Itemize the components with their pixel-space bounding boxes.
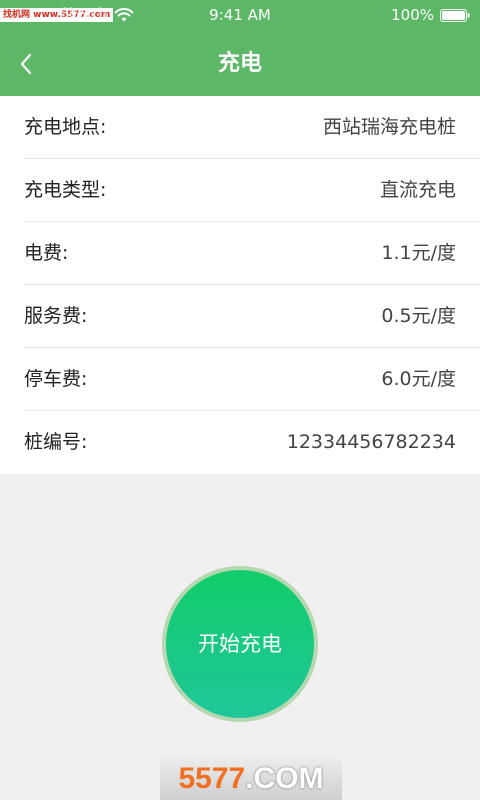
info-row-electricity-fee: 电费: 1.1元/度 xyxy=(0,222,480,285)
info-value: 0.5元/度 xyxy=(381,305,456,327)
watermark-logo-suffix: .COM xyxy=(245,762,324,795)
watermark-logo-text: 5577.COM xyxy=(160,758,342,800)
page-title: 充电 xyxy=(217,51,262,76)
info-value: 西站瑞海充电桩 xyxy=(322,116,456,138)
battery-percentage: 100% xyxy=(391,6,434,24)
app-header: 找机网 www.5577.com Sketch 9:41 AM 100% 充电 xyxy=(0,0,480,96)
info-value: 1.1元/度 xyxy=(381,242,456,264)
info-label: 充电地点: xyxy=(24,116,107,138)
info-label: 桩编号: xyxy=(24,431,88,453)
info-row-pile-number: 桩编号: 12334456782234 xyxy=(0,411,480,474)
info-row-service-fee: 服务费: 0.5元/度 xyxy=(0,285,480,348)
watermark-logo-number: 5577 xyxy=(178,762,246,795)
info-row-location: 充电地点: 西站瑞海充电桩 xyxy=(0,96,480,159)
charging-info-list: 充电地点: 西站瑞海充电桩 充电类型: 直流充电 电费: 1.1元/度 服务费:… xyxy=(0,96,480,474)
info-label: 停车费: xyxy=(24,368,88,390)
info-label: 电费: xyxy=(24,242,69,264)
start-charging-label: 开始充电 xyxy=(198,632,282,656)
start-charging-button[interactable]: 开始充电 xyxy=(162,566,318,722)
info-label: 服务费: xyxy=(24,305,88,327)
info-value: 12334456782234 xyxy=(286,431,456,453)
navigation-bar: 充电 xyxy=(0,32,480,96)
status-bar: 找机网 www.5577.com Sketch 9:41 AM 100% xyxy=(0,0,480,32)
watermark-logo: 5577.COM xyxy=(160,758,342,800)
info-value: 直流充电 xyxy=(379,179,456,201)
info-row-charge-type: 充电类型: 直流充电 xyxy=(0,159,480,222)
info-value: 6.0元/度 xyxy=(381,368,456,390)
start-charging-button-face[interactable]: 开始充电 xyxy=(166,570,314,718)
info-label: 充电类型: xyxy=(24,179,107,201)
info-row-parking-fee: 停车费: 6.0元/度 xyxy=(0,348,480,411)
battery-icon xyxy=(440,9,470,22)
